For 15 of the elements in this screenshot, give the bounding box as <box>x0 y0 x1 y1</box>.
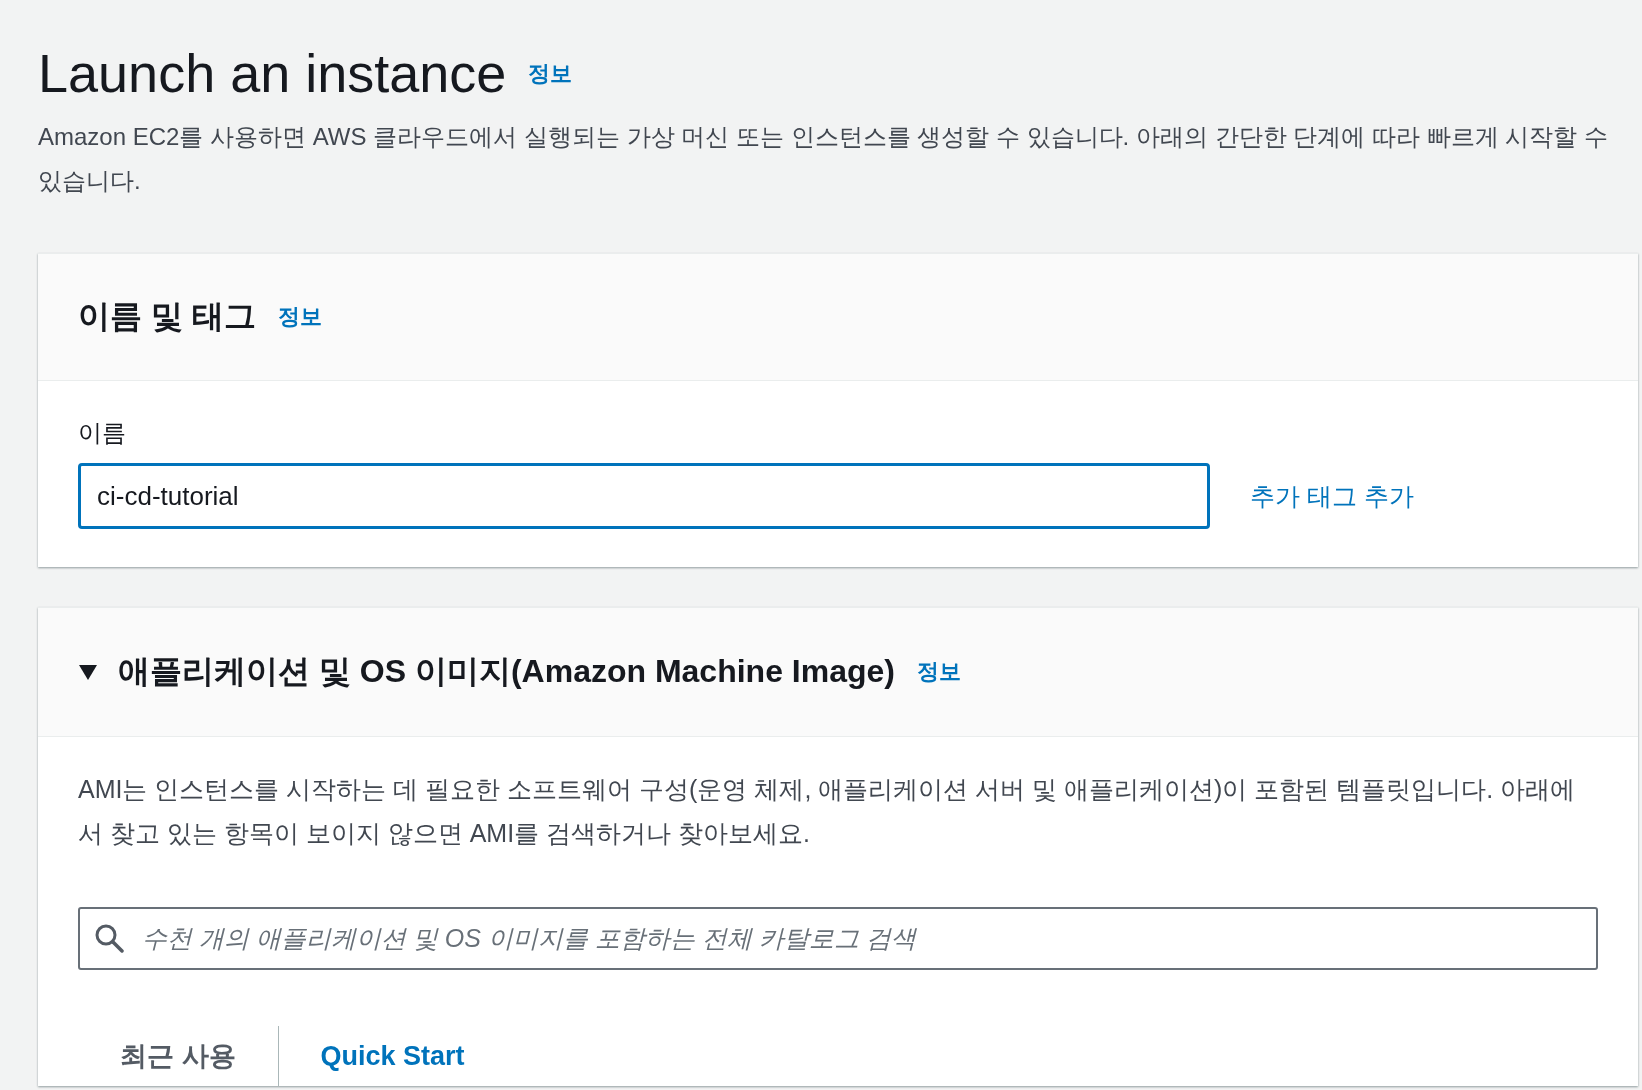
section-title: 이름 및 태그 <box>78 297 256 337</box>
search-icon <box>94 923 124 954</box>
catalog-search-field[interactable]: 수천 개의 애플리케이션 및 OS 이미지를 포함하는 전체 카탈로그 검색 <box>78 907 1598 971</box>
section-description: AMI는 인스턴스를 시작하는 데 필요한 소프트웨어 구성(운영 체제, 애플리케이션 서버 및 애플리케이션)이 포함된 템플릿입니다. 아래에서 찾고 있는 항목이 보이지 않으면 AMI를 검색하거나 찾아보세요. <box>78 774 1577 850</box>
info-link[interactable]: 정보 <box>528 61 573 86</box>
tab[interactable]: 최근 사용 <box>78 1026 278 1087</box>
page-description: Amazon EC2를 사용하면 AWS 클라우드에서 실행되는 가상 머신 또는 인스턴스를 생성할 수 있습니다. 아래의 간단한 단계에 따라 빠르게 시작할 수 있습니다. <box>38 122 1609 197</box>
field-label: 이름 <box>78 418 126 449</box>
tab[interactable]: Quick Start <box>278 1026 507 1087</box>
add-tags-link[interactable]: 추가 태그 추가 <box>1250 479 1414 513</box>
info-link[interactable]: 정보 <box>277 302 322 333</box>
section-title: 애플리케이션 및 OS 이미지(Amazon Machine Image) <box>118 652 895 692</box>
info-link[interactable]: 정보 <box>916 657 961 688</box>
name-input[interactable]: ci-cd-tutorial <box>78 463 1210 530</box>
page-title: Launch an instance <box>38 44 507 104</box>
